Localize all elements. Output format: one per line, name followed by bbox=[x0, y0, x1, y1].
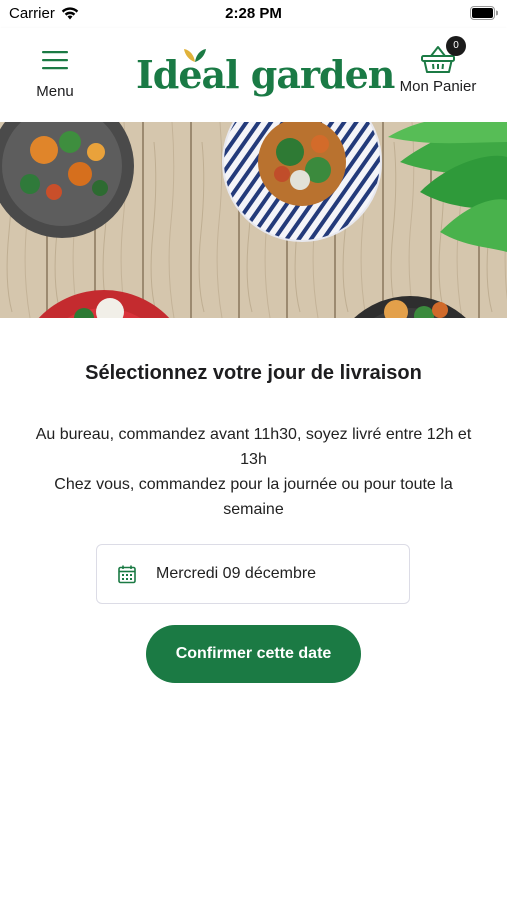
home-delivery-text: Chez vous, commandez pour la journée ou … bbox=[54, 476, 453, 518]
cart-label: Mon Panier bbox=[399, 78, 477, 95]
hamburger-menu-icon bbox=[42, 51, 68, 70]
confirm-date-button[interactable]: Confirmer cette date bbox=[146, 625, 361, 683]
status-right bbox=[470, 6, 499, 24]
delivery-section: Sélectionnez votre jour de livraison Au … bbox=[0, 318, 507, 900]
page-title: Sélectionnez votre jour de livraison bbox=[85, 362, 422, 384]
office-delivery-text: Au bureau, commandez avant 11h30, soyez … bbox=[35, 426, 472, 468]
brand-logo[interactable]: Ideal garden bbox=[136, 49, 395, 100]
delivery-info: Au bureau, commandez avant 11h30, soyez … bbox=[30, 422, 477, 522]
hero-image bbox=[0, 122, 507, 318]
status-bar: Carrier 2:28 PM bbox=[0, 0, 507, 28]
cart-count-badge: 0 bbox=[446, 36, 466, 56]
menu-button[interactable]: Menu bbox=[26, 50, 84, 100]
calendar-icon bbox=[118, 565, 136, 584]
cart-button[interactable]: 0 Mon Panier bbox=[390, 36, 486, 95]
app-header: Menu Ideal garden 0 Mon Panier bbox=[0, 28, 507, 122]
cart-icon-wrap: 0 bbox=[418, 36, 466, 74]
date-picker-field[interactable]: Mercredi 09 décembre bbox=[96, 544, 410, 604]
selected-date: Mercredi 09 décembre bbox=[156, 565, 317, 582]
salad-bowl-illustration bbox=[0, 122, 507, 318]
menu-label: Menu bbox=[36, 83, 74, 100]
status-time: 2:28 PM bbox=[225, 5, 282, 22]
logo-text: Ideal garden bbox=[136, 52, 395, 97]
leaf-icon bbox=[184, 49, 206, 62]
battery-icon bbox=[470, 6, 499, 20]
